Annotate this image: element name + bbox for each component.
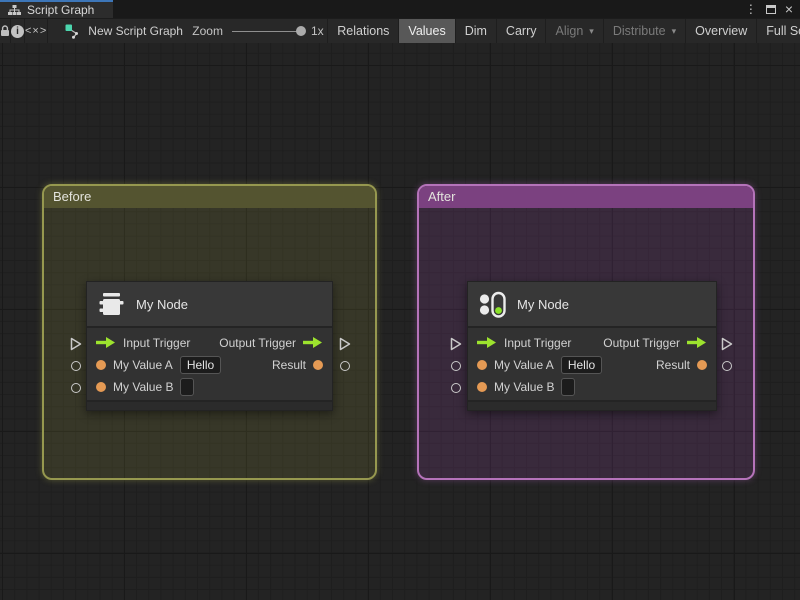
zoom-label: Zoom bbox=[192, 24, 223, 38]
graph-toolbar: i <×> New Script Graph Zoom 1x Relations… bbox=[0, 18, 800, 43]
align-button[interactable]: Align ▾ bbox=[546, 19, 604, 43]
maximize-icon[interactable] bbox=[765, 4, 776, 14]
chevron-down-icon: ▾ bbox=[589, 25, 594, 36]
value-port-icon[interactable] bbox=[477, 359, 487, 370]
node-row-value-a: My Value A Hello Result bbox=[468, 354, 716, 375]
tab-script-graph[interactable]: Script Graph bbox=[0, 0, 113, 18]
relations-button[interactable]: Relations bbox=[328, 19, 400, 43]
external-value-port-icon[interactable] bbox=[451, 382, 461, 393]
window-controls: ⋮ × bbox=[745, 0, 800, 18]
group-title: After bbox=[428, 189, 456, 204]
distribute-button[interactable]: Distribute ▾ bbox=[604, 19, 687, 43]
graph-hierarchy-icon bbox=[8, 4, 21, 16]
chevron-down-icon: ▾ bbox=[671, 25, 677, 36]
values-button[interactable]: Values bbox=[399, 19, 456, 43]
value-b-input[interactable] bbox=[561, 377, 576, 396]
lock-button[interactable] bbox=[0, 19, 11, 43]
node-row-trigger: Input Trigger Output Trigger bbox=[468, 332, 716, 353]
group-title: Before bbox=[53, 189, 92, 204]
value-port-icon[interactable] bbox=[313, 359, 323, 370]
full-screen-button[interactable]: Full Scr bbox=[757, 19, 800, 43]
graph-canvas[interactable]: Before After My Node Input Trigger Outpu… bbox=[0, 43, 800, 600]
new-graph-icon bbox=[65, 24, 80, 39]
port-label: Input Trigger bbox=[123, 335, 191, 350]
zoom-value: 1x bbox=[310, 24, 324, 38]
external-flow-port-icon[interactable] bbox=[339, 337, 351, 351]
script-graph-window: Script Graph ⋮ × i <×> New Script Graph … bbox=[0, 0, 800, 600]
zoom-slider[interactable] bbox=[231, 26, 306, 36]
node-body: Input Trigger Output Trigger My Value A … bbox=[468, 328, 716, 400]
node-row-value-b: My Value B bbox=[468, 376, 716, 397]
port-label: My Value B bbox=[494, 379, 555, 394]
info-icon: i bbox=[11, 24, 24, 38]
port-label: Input Trigger bbox=[504, 335, 572, 350]
node-header[interactable]: My Node bbox=[468, 282, 716, 328]
graph-title-area: New Script Graph bbox=[48, 19, 183, 43]
node-title: My Node bbox=[517, 296, 570, 312]
info-button[interactable]: i bbox=[11, 19, 25, 43]
tab-title: Script Graph bbox=[27, 3, 95, 17]
external-value-port-icon[interactable] bbox=[71, 382, 81, 393]
group-after-header[interactable]: After bbox=[419, 186, 753, 208]
external-value-port-icon[interactable] bbox=[71, 360, 81, 371]
value-port-icon[interactable] bbox=[96, 381, 106, 392]
visual-scripting-icon bbox=[479, 291, 506, 318]
node-footer bbox=[468, 400, 716, 410]
input-trigger-port-icon[interactable] bbox=[96, 337, 116, 348]
zoom-slider-knob[interactable] bbox=[295, 26, 306, 36]
code-icon: <×> bbox=[25, 25, 48, 37]
zoom-control: Zoom 1x bbox=[182, 19, 329, 43]
lock-icon bbox=[0, 25, 10, 37]
group-before-header[interactable]: Before bbox=[44, 186, 375, 208]
overview-button[interactable]: Overview bbox=[686, 19, 758, 43]
port-label: My Value B bbox=[113, 379, 174, 394]
graph-title: New Script Graph bbox=[88, 24, 183, 38]
toolbar-buttons: Relations Values Dim Carry Align ▾ Distri… bbox=[328, 19, 800, 43]
close-icon[interactable]: × bbox=[785, 2, 793, 16]
node-header[interactable]: My Node bbox=[87, 282, 332, 328]
node-title: My Node bbox=[136, 296, 189, 312]
input-trigger-port-icon[interactable] bbox=[477, 337, 497, 348]
tab-bar: Script Graph ⋮ × bbox=[0, 0, 800, 18]
value-port-icon[interactable] bbox=[477, 381, 487, 392]
carry-button[interactable]: Carry bbox=[497, 19, 547, 43]
menu-dots-icon[interactable]: ⋮ bbox=[745, 3, 757, 15]
node-my-node-after[interactable]: My Node Input Trigger Output Trigger My … bbox=[467, 281, 717, 411]
output-trigger-port-icon[interactable] bbox=[687, 337, 707, 348]
legacy-unit-icon bbox=[98, 291, 125, 318]
external-flow-port-icon[interactable] bbox=[70, 337, 82, 351]
external-value-port-icon[interactable] bbox=[722, 360, 732, 371]
node-row-value-a: My Value A Hello Result bbox=[87, 354, 332, 375]
output-trigger-port-icon[interactable] bbox=[303, 337, 323, 348]
port-label: Result bbox=[655, 357, 690, 372]
node-row-value-b: My Value B bbox=[87, 376, 332, 397]
port-label: My Value A bbox=[494, 357, 554, 372]
dim-button[interactable]: Dim bbox=[456, 19, 497, 43]
code-view-button[interactable]: <×> bbox=[25, 19, 49, 43]
value-b-input[interactable] bbox=[180, 377, 195, 396]
node-row-trigger: Input Trigger Output Trigger bbox=[87, 332, 332, 353]
port-label: Output Trigger bbox=[219, 335, 296, 350]
port-label: Output Trigger bbox=[603, 335, 680, 350]
node-body: Input Trigger Output Trigger My Value A … bbox=[87, 328, 332, 400]
external-value-port-icon[interactable] bbox=[340, 360, 350, 371]
value-a-input[interactable]: Hello bbox=[560, 355, 603, 374]
external-value-port-icon[interactable] bbox=[451, 360, 461, 371]
node-my-node-before[interactable]: My Node Input Trigger Output Trigger My … bbox=[86, 281, 333, 411]
value-port-icon[interactable] bbox=[96, 359, 106, 370]
external-flow-port-icon[interactable] bbox=[721, 337, 733, 351]
value-port-icon[interactable] bbox=[697, 359, 707, 370]
node-footer bbox=[87, 400, 332, 410]
port-label: My Value A bbox=[113, 357, 173, 372]
value-a-input[interactable]: Hello bbox=[179, 355, 222, 374]
external-flow-port-icon[interactable] bbox=[450, 337, 462, 351]
port-label: Result bbox=[271, 357, 306, 372]
